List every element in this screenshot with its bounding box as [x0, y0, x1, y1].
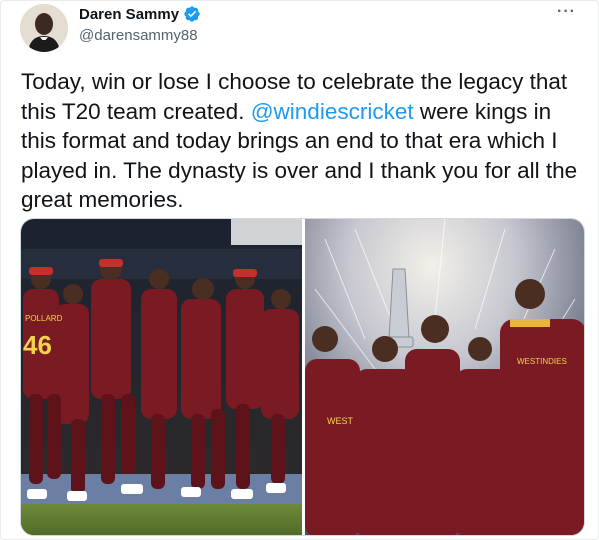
photo-celebration-left[interactable]: POLLARD 46 [21, 219, 302, 535]
jersey-text-left: WEST [327, 416, 354, 426]
avatar-image [20, 4, 68, 52]
media-grid: POLLARD 46 WESTINDIES WEST [20, 218, 585, 536]
tweet-card: Daren Sammy @darensammy88 ··· Today, win… [0, 0, 599, 540]
author-name-row: Daren Sammy [79, 5, 201, 23]
author-handle[interactable]: @darensammy88 [79, 27, 198, 44]
tweet-text: Today, win or lose I choose to celebrate… [21, 67, 591, 215]
photo-celebration-right[interactable]: WESTINDIES WEST [305, 219, 584, 535]
jersey-number-text: 46 [23, 330, 52, 360]
verified-badge-icon [184, 6, 200, 22]
jersey-name-text: POLLARD [25, 314, 63, 323]
photo-team-celebrating: POLLARD 46 [21, 219, 302, 535]
author-display-name[interactable]: Daren Sammy [79, 6, 179, 23]
jersey-text-right: WESTINDIES [517, 357, 567, 366]
more-options-icon[interactable]: ··· [557, 3, 576, 21]
avatar[interactable] [20, 4, 68, 52]
mention-link[interactable]: @windiescricket [251, 99, 414, 124]
photo-trophy-lift: WESTINDIES WEST [305, 219, 584, 535]
